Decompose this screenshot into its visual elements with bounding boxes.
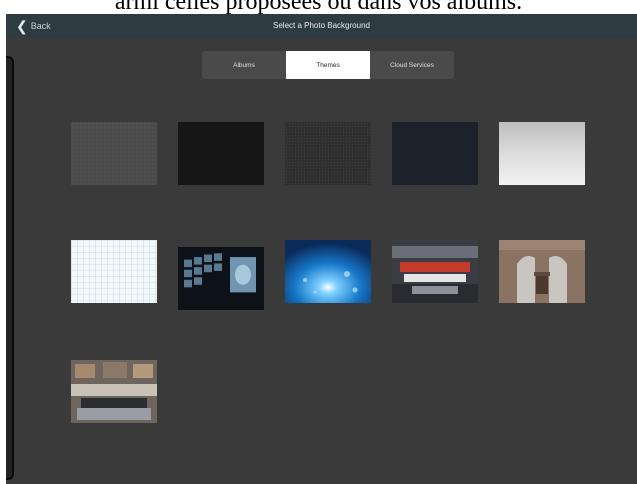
thumb-news-studio[interactable] [392, 240, 478, 303]
thumb-news-desk-studio[interactable] [71, 360, 157, 423]
thumb-light-gray-gradient[interactable] [499, 122, 585, 185]
thumb-dark-navy-texture[interactable] [392, 122, 478, 185]
thumb-lincoln-memorial-podium[interactable] [499, 240, 585, 303]
thumb-video-wall-studio[interactable] [178, 247, 264, 310]
page-title: Select a Photo Background [273, 21, 370, 30]
thumb-dark-gray-dots[interactable] [71, 122, 157, 185]
thumb-dark-dotted-pattern[interactable] [285, 122, 371, 185]
thumb-blue-grid-paper[interactable] [71, 240, 157, 303]
segment-albums[interactable]: Albums [202, 51, 286, 79]
app-screen: ❮ Back Select a Photo Background Albums … [6, 14, 637, 484]
thumb-blue-light-burst[interactable] [285, 240, 371, 303]
thumb-black-texture[interactable] [178, 122, 264, 185]
device-edge [6, 56, 14, 480]
segment-cloud-services[interactable]: Cloud Services [370, 51, 454, 79]
source-segmented-control: Albums Themes Cloud Services [202, 51, 454, 79]
segment-themes[interactable]: Themes [286, 51, 370, 79]
navigation-bar: ❮ Back Select a Photo Background [6, 14, 637, 38]
